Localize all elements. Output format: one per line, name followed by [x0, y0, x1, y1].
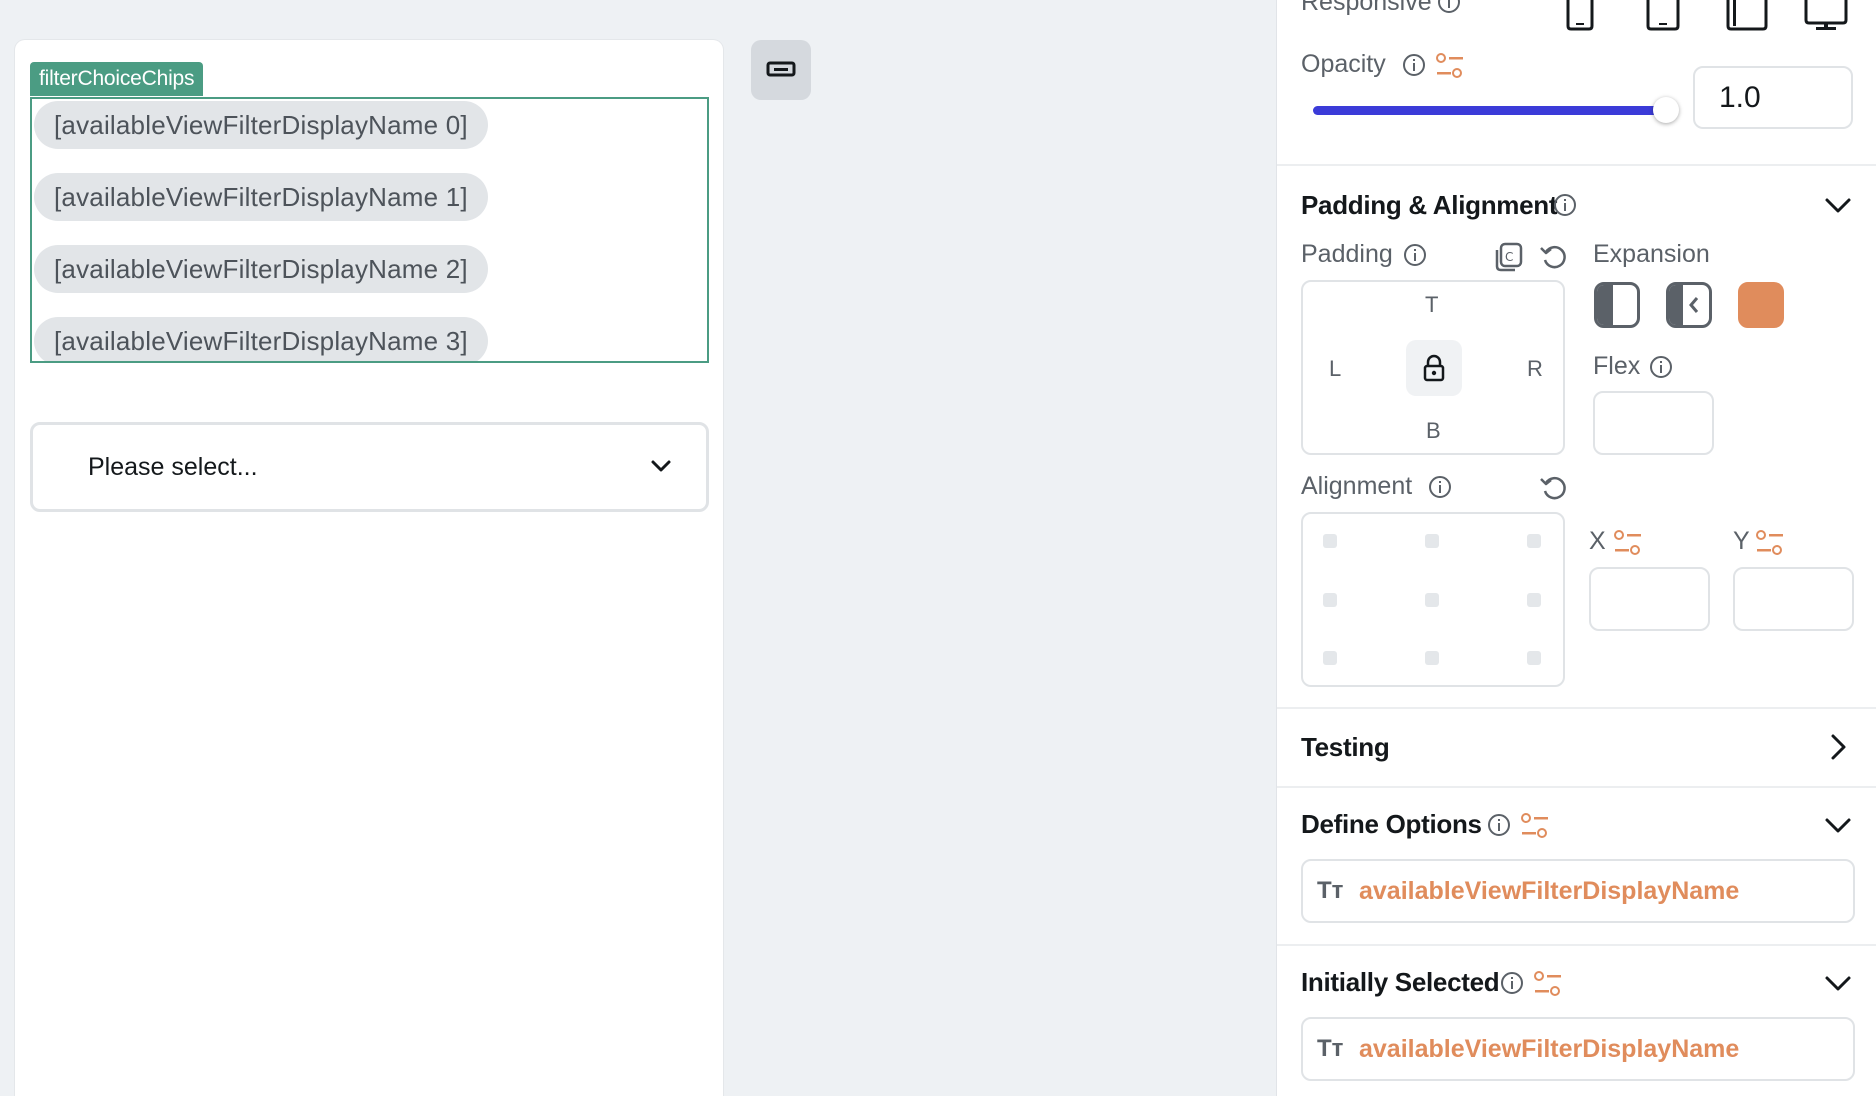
- padding-alignment-title: Padding & Alignment: [1301, 190, 1558, 220]
- info-icon[interactable]: [1649, 355, 1673, 379]
- info-icon[interactable]: [1437, 0, 1461, 14]
- padding-label: Padding: [1301, 240, 1393, 268]
- alignment-label: Alignment: [1301, 472, 1413, 500]
- define-options-value: availableViewFilterDisplayName: [1359, 877, 1740, 905]
- expansion-label: Expansion: [1593, 240, 1710, 268]
- opacity-slider-thumb[interactable]: [1653, 97, 1679, 123]
- x-input[interactable]: [1589, 567, 1710, 631]
- expansion-expanded-icon: [1741, 285, 1781, 325]
- flex-input[interactable]: [1593, 391, 1714, 455]
- info-icon[interactable]: [1428, 475, 1452, 499]
- align-top-left[interactable]: [1323, 534, 1337, 548]
- svg-text:C: C: [1505, 250, 1513, 264]
- set-from-variable-icon[interactable]: [1520, 812, 1550, 840]
- choice-chips-widget[interactable]: [availableViewFilterDisplayName 0] [avai…: [30, 97, 709, 363]
- dropdown-placeholder: Please select...: [88, 453, 258, 481]
- chevron-down-icon[interactable]: [1823, 810, 1853, 840]
- align-top-right[interactable]: [1527, 534, 1541, 548]
- expansion-default-icon: [1597, 285, 1613, 325]
- alignment-grid[interactable]: [1301, 512, 1565, 687]
- opacity-label: Opacity: [1301, 50, 1386, 78]
- opacity-value: 1.0: [1719, 81, 1761, 114]
- info-icon[interactable]: [1500, 971, 1524, 995]
- initially-selected-title: Initially Selected: [1301, 967, 1500, 997]
- chevron-down-icon[interactable]: [1823, 968, 1853, 998]
- align-center[interactable]: [1425, 593, 1439, 607]
- align-center-right[interactable]: [1527, 593, 1541, 607]
- align-bottom-center[interactable]: [1425, 651, 1439, 665]
- chevron-down-icon[interactable]: [1823, 190, 1853, 220]
- expansion-default-button[interactable]: [1594, 282, 1640, 328]
- y-label: Y: [1733, 527, 1750, 555]
- info-icon[interactable]: [1403, 243, 1427, 267]
- choice-chip[interactable]: [availableViewFilterDisplayName 2]: [34, 245, 488, 293]
- padding-top-label[interactable]: T: [1425, 292, 1438, 318]
- padding-bottom-label[interactable]: B: [1426, 418, 1441, 444]
- align-bottom-right[interactable]: [1527, 651, 1541, 665]
- testing-title[interactable]: Testing: [1301, 732, 1390, 763]
- align-center-left[interactable]: [1323, 593, 1337, 607]
- widget-name-tag[interactable]: filterChoiceChips: [30, 62, 204, 96]
- initially-selected-field[interactable]: Tт availableViewFilterDisplayName: [1301, 1017, 1855, 1081]
- info-icon[interactable]: [1402, 53, 1426, 77]
- x-label: X: [1589, 527, 1606, 555]
- flex-label: Flex: [1593, 352, 1641, 380]
- properties-panel: Responsive Opacity 1.0 Padding & Alignme…: [1276, 0, 1876, 1096]
- choice-chip[interactable]: [availableViewFilterDisplayName 1]: [34, 173, 488, 221]
- lock-icon: [1423, 354, 1445, 382]
- info-icon[interactable]: [1487, 813, 1511, 837]
- chevron-right-icon[interactable]: [1823, 732, 1853, 762]
- choice-chip[interactable]: [availableViewFilterDisplayName 0]: [34, 101, 488, 149]
- align-top-center[interactable]: [1425, 534, 1439, 548]
- expansion-flexible-button[interactable]: [1666, 282, 1712, 328]
- reset-icon[interactable]: [1539, 242, 1569, 272]
- tablet-landscape-icon[interactable]: [1725, 0, 1769, 32]
- info-icon[interactable]: [1553, 193, 1577, 217]
- tablet-icon[interactable]: [1645, 0, 1681, 32]
- section-divider: [1277, 786, 1876, 788]
- set-from-variable-icon[interactable]: [1435, 52, 1465, 80]
- initially-selected-value: availableViewFilterDisplayName: [1359, 1035, 1740, 1063]
- expansion-flexible-icon: [1669, 285, 1699, 325]
- expansion-expanded-button[interactable]: [1738, 282, 1784, 328]
- phone-icon[interactable]: [1565, 0, 1595, 32]
- y-input[interactable]: [1733, 567, 1854, 631]
- text-type-icon: Tт: [1317, 1035, 1344, 1062]
- choice-chip[interactable]: [availableViewFilterDisplayName 3]: [34, 317, 488, 361]
- text-type-icon: Tт: [1317, 877, 1344, 904]
- dropdown-widget[interactable]: Please select...: [30, 422, 709, 512]
- padding-lock-button[interactable]: [1406, 340, 1462, 396]
- keyboard-icon: [766, 61, 796, 77]
- define-options-field[interactable]: Tт availableViewFilterDisplayName: [1301, 859, 1855, 923]
- section-divider: [1277, 944, 1876, 946]
- opacity-slider-track[interactable]: [1313, 106, 1665, 115]
- set-from-variable-icon[interactable]: [1613, 529, 1643, 557]
- padding-editor[interactable]: T L R B: [1301, 280, 1565, 455]
- opacity-input[interactable]: 1.0: [1693, 66, 1853, 129]
- section-divider: [1277, 707, 1876, 709]
- padding-right-label[interactable]: R: [1527, 356, 1543, 382]
- reset-icon[interactable]: [1539, 473, 1569, 503]
- responsive-label: Responsive: [1301, 0, 1432, 16]
- widget-handle-button[interactable]: [751, 40, 811, 100]
- chevron-down-icon: [651, 460, 671, 472]
- align-bottom-left[interactable]: [1323, 651, 1337, 665]
- set-from-variable-icon[interactable]: [1533, 970, 1563, 998]
- copy-icon[interactable]: C: [1493, 242, 1523, 272]
- padding-left-label[interactable]: L: [1329, 356, 1341, 382]
- desktop-icon[interactable]: [1803, 0, 1849, 32]
- define-options-title: Define Options: [1301, 809, 1482, 839]
- section-divider: [1277, 164, 1876, 166]
- set-from-variable-icon[interactable]: [1755, 529, 1785, 557]
